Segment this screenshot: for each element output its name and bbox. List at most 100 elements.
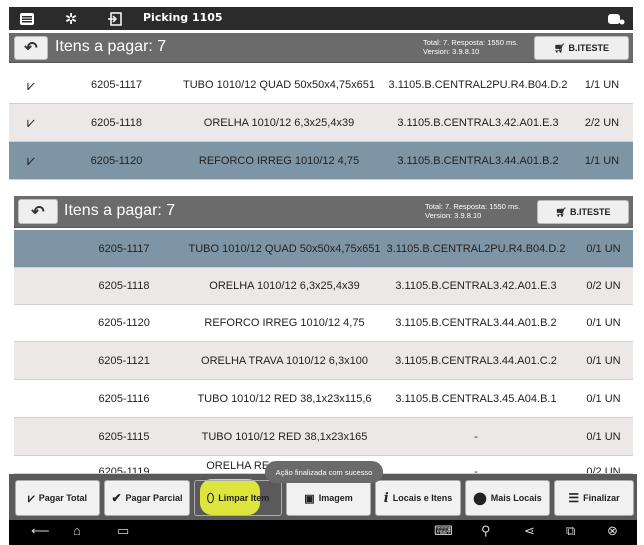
table-row-selected[interactable]: ⩗ 6205-1120 REFORCO IRREG 1010/12 4,75 3…	[9, 142, 633, 180]
imagem-button[interactable]: ▣ Imagem	[286, 480, 371, 516]
item-description: TUBO 1010/12 RED 38,1x23x165	[201, 430, 368, 443]
app-root: { "app_title": "Picking 1105", "top_pane…	[0, 0, 644, 545]
response-info: Total: 7. Resposta: 1550 ms. Version: 3.…	[425, 202, 520, 220]
check-icon: ✔	[111, 491, 122, 505]
item-code: 6205-1115	[98, 430, 150, 443]
double-check-icon: ⩗	[27, 490, 35, 505]
item-location: 3.1105.B.CENTRAL2PU.R4.B04.D.2	[386, 242, 566, 255]
eraser-icon: ⬯	[206, 490, 215, 505]
database-icon: ☰	[568, 491, 580, 505]
item-description: REFORCO IRREG 1010/12 4,75	[198, 154, 360, 167]
cart-icon: 🛒︎	[554, 42, 566, 53]
table-row[interactable]: 6205-1115 TUBO 1010/12 RED 38,1x23x165 -…	[14, 418, 633, 456]
item-code: 6205-1120	[98, 317, 150, 329]
item-description: ORELHA 1010/12 6,3x25,4x39	[203, 116, 355, 129]
item-description: TUBO 1010/12 RED 38,1x23x115,6	[197, 392, 372, 405]
item-location: 3.1105.B.CENTRAL3.44.A01.B.2	[397, 154, 559, 167]
item-location: 3.1105.B.CENTRAL2PU.R4.B04.D.2	[388, 79, 568, 91]
locais-itens-button[interactable]: i Locais e Itens	[375, 480, 461, 516]
item-code: 6205-1118	[98, 280, 150, 292]
app-title: Picking 1105	[143, 11, 223, 24]
back-button[interactable]: ↶	[18, 199, 58, 224]
home-nav-icon[interactable]: ⌂	[73, 523, 81, 538]
item-location: 3.1105.B.CENTRAL3.42.A01.E.3	[395, 280, 557, 292]
finalizar-button[interactable]: ☰ Finalizar	[554, 480, 634, 516]
item-quantity: 0/1 UN	[586, 242, 621, 255]
item-location: -	[474, 466, 478, 474]
info-icon: i	[383, 490, 389, 506]
pagar-parcial-button[interactable]: ✔ Pagar Parcial	[104, 480, 190, 516]
notification-icon[interactable]	[601, 7, 631, 30]
items-to-pay-title: Itens a pagar: 7	[55, 38, 167, 55]
item-quantity: 1/1 UN	[584, 154, 620, 167]
window-icon[interactable]: ⧉	[566, 523, 575, 539]
camera-icon: ▣	[304, 492, 315, 505]
top-panel-header: ↶ Itens a pagar: 7 Total: 7. Resposta: 1…	[9, 33, 633, 63]
table-row[interactable]: 6205-1116 TUBO 1010/12 RED 38,1x23x115,6…	[14, 380, 633, 418]
version-info-line: Version: 3.9.8.10	[423, 47, 480, 56]
item-quantity: 0/1 UN	[586, 317, 621, 329]
items-to-pay-title: Itens a pagar: 7	[64, 202, 176, 219]
table-row[interactable]: 6205-1118 ORELHA 1010/12 6,3x25,4x39 3.1…	[14, 268, 633, 305]
item-code: 6205-1116	[98, 392, 150, 405]
item-code: 6205-1119	[98, 466, 150, 474]
table-row[interactable]: ⩗ 6205-1118 ORELHA 1010/12 6,3x25,4x39 3…	[9, 104, 633, 142]
item-quantity: 0/1 UN	[586, 392, 621, 405]
user-cart-button[interactable]: 🛒︎ B.ITESTE	[534, 36, 629, 60]
keyboard-icon[interactable]: ⌨	[434, 523, 453, 539]
response-info-line: Total: 7. Resposta: 1550 ms.	[425, 202, 521, 211]
double-check-icon: ⩗	[27, 152, 35, 168]
item-quantity: 0/1 UN	[586, 354, 621, 367]
finalizar-label: Finalizar	[583, 493, 620, 503]
close-circle-icon[interactable]: ⊗	[607, 523, 618, 539]
table-row[interactable]: ⩗ 6205-1117 TUBO 1010/12 QUAD 50x50x4,75…	[9, 67, 633, 104]
pagar-parcial-label: Pagar Parcial	[125, 493, 183, 503]
item-description: ORELHA 1010/12 6,3x25,4x39	[209, 280, 360, 292]
item-description: TUBO 1010/12 QUAD 50x50x4,75x651	[188, 242, 381, 255]
table-row[interactable]: 6205-1121 ORELHA TRAVA 1010/12 6,3x100 3…	[14, 342, 633, 380]
table-row[interactable]: 6205-1120 REFORCO IRREG 1010/12 4,75 3.1…	[14, 305, 633, 342]
imagem-label: Imagem	[318, 493, 353, 503]
logout-icon[interactable]	[100, 7, 130, 30]
item-location: -	[474, 430, 478, 443]
bottom-panel-header: ↶ Itens a pagar: 7 Total: 7. Resposta: 1…	[14, 196, 633, 228]
location-pin-icon: ⬤	[473, 491, 487, 505]
response-info-line: Total: 7. Resposta: 1550 ms.	[423, 38, 519, 47]
back-arrow-icon: ↶	[31, 203, 45, 221]
item-description: ORELHA TRAVA 1010/12 6,3x100	[201, 354, 368, 367]
user-label: B.ITESTE	[569, 207, 611, 217]
item-quantity: 0/2 UN	[586, 280, 621, 292]
version-info-line: Version: 3.9.8.10	[425, 211, 482, 220]
locais-itens-label: Locais e Itens	[392, 493, 453, 503]
success-toast: Ação finalizada com sucesso	[265, 461, 383, 483]
gear-icon[interactable]: ✲	[56, 7, 86, 30]
android-navigation-bar: ⟵ ⌂ ▭ ⌨ ⚲ ⋖ ⧉ ⊗	[9, 520, 637, 545]
back-nav-icon[interactable]: ⟵	[31, 523, 50, 539]
user-label: B.ITESTE	[568, 43, 609, 53]
table-row-selected[interactable]: 6205-1117 TUBO 1010/12 QUAD 50x50x4,75x6…	[14, 230, 633, 268]
back-button[interactable]: ↶	[14, 36, 48, 60]
item-code: 6205-1120	[90, 154, 143, 167]
pagar-total-label: Pagar Total	[38, 493, 88, 503]
share-icon[interactable]: ⋖	[524, 523, 535, 539]
cart-icon: 🛒︎	[555, 206, 567, 217]
double-check-icon: ⩗	[27, 114, 35, 130]
recent-apps-icon[interactable]: ▭	[117, 523, 129, 539]
item-code: 6205-1121	[98, 354, 150, 367]
location-icon[interactable]: ⚲	[481, 523, 491, 539]
mais-locais-button[interactable]: ⬤ Mais Locais	[465, 480, 550, 516]
mais-locais-label: Mais Locais	[490, 493, 542, 503]
item-code: 6205-1118	[91, 116, 142, 129]
back-arrow-icon: ↶	[24, 40, 38, 57]
pagar-total-button[interactable]: ⩗ Pagar Total	[15, 480, 100, 516]
user-cart-button[interactable]: 🛒︎ B.ITESTE	[537, 200, 629, 224]
item-quantity: 0/2 UN	[586, 466, 621, 474]
item-code: 6205-1117	[91, 79, 142, 91]
item-location: 3.1105.B.CENTRAL3.45.A04.B.1	[395, 392, 557, 405]
top-status-bar: ✲ Picking 1105	[9, 7, 633, 30]
item-description: TUBO 1010/12 QUAD 50x50x4,75x651	[182, 79, 375, 91]
menu-icon[interactable]	[12, 7, 42, 30]
double-check-icon: ⩗	[27, 76, 35, 93]
limpar-item-button[interactable]: ⬯ Limpar Item	[194, 480, 282, 516]
item-quantity: 2/2 UN	[584, 116, 620, 129]
